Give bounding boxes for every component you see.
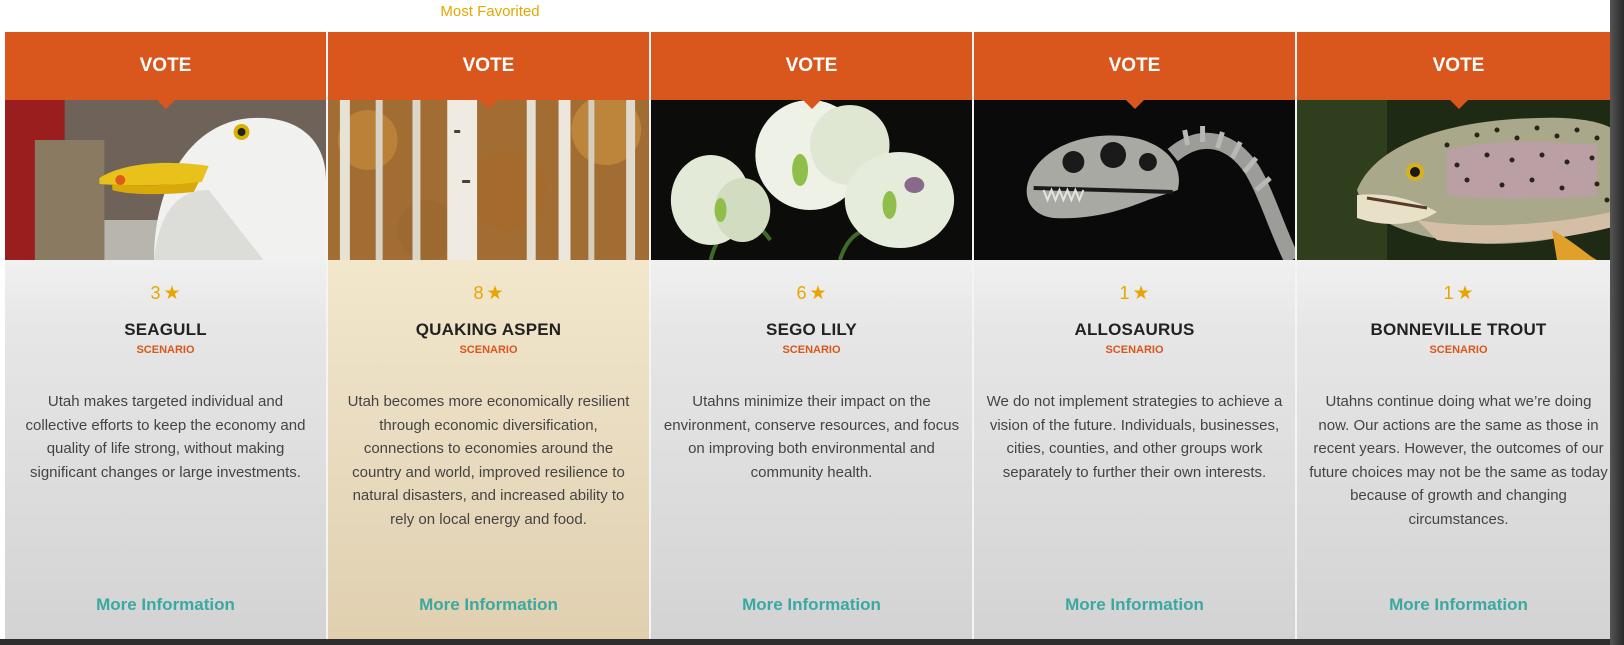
scenario-description: Utahns minimize their impact on the envi… [663, 393, 960, 481]
scenario-card-bonneville-trout: VOTE 1 ★ BONNEVILLE TROUT SCENARIO Utahn… [1297, 32, 1610, 639]
scenario-name: SEGO LILY [766, 320, 857, 339]
card-body: 1 ★ ALLOSAURUS SCENARIO We do not impleme… [974, 260, 1295, 639]
vote-button[interactable]: VOTE [651, 32, 972, 109]
star-icon: ★ [809, 283, 827, 304]
scenario-tag: SCENARIO [136, 344, 195, 356]
card-body: 6 ★ SEGO LILY SCENARIO Utahns minimize th… [651, 260, 972, 639]
vote-button[interactable]: VOTE [974, 32, 1295, 109]
allosaurus-image [974, 100, 1295, 260]
rating: 6 ★ [651, 282, 972, 304]
rating: 8 ★ [328, 282, 649, 304]
star-icon: ★ [1456, 283, 1474, 304]
card-body: 8 ★ QUAKING ASPEN SCENARIO Utah becomes m… [328, 260, 649, 639]
more-information-link[interactable]: More Information [651, 595, 972, 615]
scenario-description: We do not implement strategies to achiev… [986, 393, 1283, 481]
scenario-description: Utah makes targeted individual and colle… [25, 393, 306, 481]
scenario-tag: SCENARIO [1429, 344, 1488, 356]
sego-lily-image [651, 100, 972, 260]
aspen-image [328, 100, 649, 260]
vote-button[interactable]: VOTE [5, 32, 326, 109]
rating: 1 ★ [1297, 282, 1610, 304]
scenario-name: BONNEVILLE TROUT [1370, 320, 1547, 339]
scenario-description: Utahns continue doing what we’re doing n… [1309, 393, 1608, 528]
scenario-cards: VOTE 3 ★ SEAGULL SCENARIO Utah makes tar… [5, 32, 1610, 639]
star-icon: ★ [1132, 283, 1150, 304]
scenario-card-sego-lily: VOTE 6 ★ SEGO LILY SCENARIO Utahns minim… [651, 32, 974, 639]
rating: 1 ★ [974, 282, 1295, 304]
scenario-card-quaking-aspen: VOTE 8 ★ QUAKING ASPEN SCENARIO Utah bec… [328, 32, 651, 639]
scenario-tag: SCENARIO [1105, 344, 1164, 356]
card-body: 3 ★ SEAGULL SCENARIO Utah makes targeted … [5, 260, 326, 639]
scenario-tag: SCENARIO [459, 344, 518, 356]
page: Most Favorited VOTE 3 ★ SEAGULL SCENARIO… [0, 0, 1610, 639]
scenario-name: QUAKING ASPEN [415, 320, 562, 339]
screenshot-shadow-right [1610, 0, 1624, 645]
scenario-card-allosaurus: VOTE 1 ★ ALLOSAURUS SCENARIO We do not i… [974, 32, 1297, 639]
more-information-link[interactable]: More Information [328, 595, 649, 615]
rating-count: 8 [473, 283, 484, 303]
card-body: 1 ★ BONNEVILLE TROUT SCENARIO Utahns cont… [1297, 260, 1610, 639]
more-information-link[interactable]: More Information [974, 595, 1295, 615]
vote-button[interactable]: VOTE [1297, 32, 1610, 109]
scenario-card-seagull: VOTE 3 ★ SEAGULL SCENARIO Utah makes tar… [5, 32, 328, 639]
rating: 3 ★ [5, 282, 326, 304]
more-information-link[interactable]: More Information [5, 595, 326, 615]
trout-image [1297, 100, 1610, 260]
scenario-description: Utah becomes more economically resilient… [347, 393, 630, 528]
scenario-name: ALLOSAURUS [1074, 320, 1195, 339]
most-favorited-badge: Most Favorited [440, 3, 540, 20]
rating-count: 1 [1443, 283, 1454, 303]
star-icon: ★ [486, 283, 504, 304]
rating-count: 6 [796, 283, 807, 303]
more-information-link[interactable]: More Information [1297, 595, 1610, 615]
vote-button[interactable]: VOTE [328, 32, 649, 109]
rating-count: 3 [150, 283, 161, 303]
seagull-image [5, 100, 326, 260]
star-icon: ★ [163, 283, 181, 304]
scenario-tag: SCENARIO [782, 344, 841, 356]
screenshot-shadow-bottom [0, 639, 1624, 645]
scenario-name: SEAGULL [124, 320, 207, 339]
rating-count: 1 [1119, 283, 1130, 303]
